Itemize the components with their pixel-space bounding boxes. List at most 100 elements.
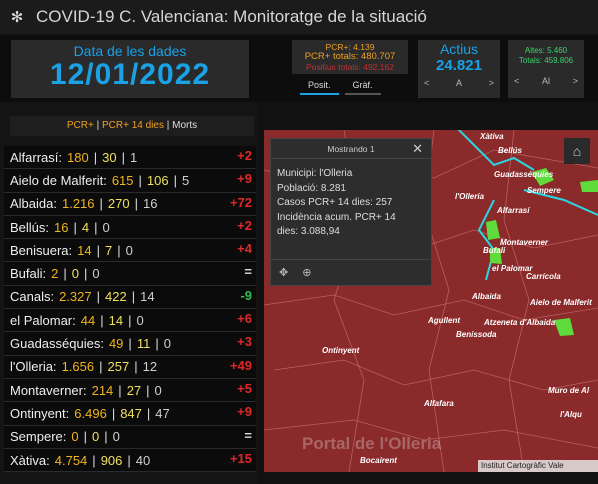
title-bar: ✻ COVID-19 C. Valenciana: Monitoratge de… bbox=[0, 0, 598, 34]
list-item[interactable]: Bufali: 2 | 0 | 0 = bbox=[4, 262, 256, 286]
popup-body: Municipi: l'Olleria Població: 8.281 Caso… bbox=[271, 159, 431, 240]
pcr-value: 2.327 bbox=[59, 289, 92, 305]
separator: | bbox=[134, 196, 139, 212]
map-place-label: Sempere bbox=[527, 186, 561, 195]
separator: | bbox=[99, 359, 103, 375]
popup-header: Mostrando 1 ✕ bbox=[271, 139, 431, 159]
zoom-to-icon[interactable]: ⊕ bbox=[302, 266, 311, 279]
pcr-total: PCR+ totals: 480.707 bbox=[304, 51, 396, 62]
separator: | bbox=[93, 149, 98, 165]
date-value: 12/01/2022 bbox=[49, 58, 211, 91]
separator: | bbox=[100, 312, 104, 328]
tab-graf[interactable]: Gràf. bbox=[344, 77, 381, 95]
municipality-name: Sempere: bbox=[10, 429, 67, 445]
separator: | bbox=[96, 242, 101, 258]
map-place-label: Aielo de Malferit bbox=[530, 298, 592, 307]
actius-nav-label: A bbox=[455, 78, 462, 88]
municipality-name: Guadasséquies: bbox=[10, 336, 104, 352]
separator: | bbox=[94, 219, 98, 235]
morts-value: 1 bbox=[129, 149, 138, 165]
map-place-label: l'Alqu bbox=[560, 410, 582, 419]
prev-arrow-icon[interactable]: < bbox=[514, 76, 519, 86]
map-place-label: Bufali bbox=[483, 246, 506, 255]
map-place-label: Atzeneta d'Albaida bbox=[484, 318, 556, 327]
pcr14-value: 11 bbox=[136, 336, 151, 352]
municipality-name: Bufali: bbox=[10, 266, 47, 282]
list-item[interactable]: Benisuera: 14 | 7 | 0 +4 bbox=[4, 239, 256, 263]
change-badge: +72 bbox=[229, 194, 252, 210]
list-item[interactable]: Xàtiva: 4.754 | 906 | 40 +15 bbox=[4, 448, 256, 473]
change-badge: = bbox=[244, 427, 252, 443]
morts-value: 0 bbox=[163, 336, 171, 352]
list-item[interactable]: Ontinyent: 6.496 | 847 | 47 +9 bbox=[4, 402, 256, 426]
pcr14-value: 270 bbox=[107, 196, 130, 212]
list-item[interactable]: Albaida: 1.216 | 270 | 16 +72 bbox=[4, 192, 256, 216]
municipality-name: Ontinyent: bbox=[10, 405, 70, 421]
next-arrow-icon[interactable]: > bbox=[489, 78, 494, 88]
list-item[interactable]: Bellús: 16 | 4 | 0 +2 bbox=[4, 215, 256, 240]
map-place-label: Alfafara bbox=[424, 399, 454, 408]
pcr14-value: 257 bbox=[107, 359, 130, 375]
morts-value: 47 bbox=[155, 405, 170, 421]
virus-icon: ✻ bbox=[10, 9, 24, 26]
pcr-value: 615 bbox=[111, 172, 134, 188]
separator: | bbox=[131, 289, 136, 305]
pcr14-value: 847 bbox=[120, 405, 142, 421]
header-pcr: PCR+ bbox=[66, 120, 94, 131]
separator: | bbox=[146, 405, 151, 421]
separator: | bbox=[73, 219, 77, 235]
pcr14-value: 0 bbox=[71, 266, 79, 282]
list-item[interactable]: l'Olleria: 1.656 | 257 | 12 +49 bbox=[4, 355, 256, 379]
morts-value: 0 bbox=[112, 429, 120, 445]
map-place-label: Albaida bbox=[472, 292, 501, 301]
close-icon[interactable]: ✕ bbox=[412, 139, 423, 159]
popup-casos: Casos PCR+ 14 dies: 257 bbox=[277, 197, 393, 208]
municipality-name: Alfarrasí: bbox=[10, 149, 63, 165]
morts-value: 12 bbox=[142, 359, 158, 375]
header-morts: Morts bbox=[172, 120, 198, 131]
pcr-value: 14 bbox=[77, 242, 92, 258]
popup-title: Mostrando 1 bbox=[327, 144, 375, 154]
pcr-value: 16 bbox=[54, 219, 69, 235]
list-item[interactable]: Sempere: 0 | 0 | 0 = bbox=[4, 425, 256, 449]
next-arrow-icon[interactable]: > bbox=[573, 76, 578, 86]
list-item[interactable]: Guadasséquies: 49 | 11 | 0 +3 bbox=[4, 332, 256, 356]
morts-value: 0 bbox=[125, 242, 133, 258]
separator: | bbox=[117, 242, 121, 258]
pcr-value: 0 bbox=[71, 429, 79, 445]
list-item[interactable]: Canals: 2.327 | 422 | 14 -9 bbox=[4, 285, 256, 310]
pcr-value: 49 bbox=[108, 336, 124, 352]
map-attribution: Institut Cartogràfic Vale bbox=[478, 460, 598, 472]
prev-arrow-icon[interactable]: < bbox=[424, 78, 429, 88]
list-item[interactable]: el Palomar: 44 | 14 | 0 +6 bbox=[4, 309, 256, 333]
altes-nav: < Al > bbox=[508, 66, 584, 86]
separator: | bbox=[63, 266, 67, 282]
altes-panel: Altes: 5.460 Totals: 459.806 < Al > bbox=[508, 40, 584, 98]
municipality-name: Aielo de Malferit: bbox=[10, 172, 107, 188]
list-item[interactable]: Alfarrasí: 180 | 30 | 1 +2 bbox=[4, 146, 256, 170]
positius-total: Positius totals: 492.162 bbox=[306, 62, 394, 72]
list-item[interactable]: Montaverner: 214 | 27 | 0 +5 bbox=[4, 378, 256, 403]
home-icon[interactable]: ⌂ bbox=[564, 138, 590, 164]
map-place-label: Benissoda bbox=[456, 330, 497, 339]
tab-posit[interactable]: Posit. bbox=[300, 77, 339, 95]
map-place-label: Montaverner bbox=[500, 238, 549, 247]
municipality-name: el Palomar: bbox=[10, 312, 76, 328]
altes-summary: Altes: 5.460 Totals: 459.806 bbox=[508, 40, 584, 66]
change-badge: +6 bbox=[237, 311, 252, 327]
change-badge: +4 bbox=[237, 241, 252, 257]
popup-incidencia-label: Incidència acum. PCR+ 14 bbox=[277, 211, 396, 223]
separator: | bbox=[128, 336, 132, 352]
map-place-label: Agullent bbox=[428, 316, 460, 325]
popup-actions: ✥ ⊕ bbox=[271, 259, 431, 285]
pcr-value: 1.216 bbox=[61, 196, 95, 212]
pcr14-value: 106 bbox=[146, 172, 169, 188]
list-item[interactable]: Aielo de Malferit: 615 | 106 | 5 +9 bbox=[4, 169, 256, 193]
map-place-label: Guadasséquies bbox=[494, 170, 554, 179]
pcr-value: 6.496 bbox=[74, 405, 107, 421]
change-badge: +15 bbox=[229, 450, 252, 466]
move-icon[interactable]: ✥ bbox=[279, 266, 288, 279]
morts-value: 0 bbox=[136, 312, 144, 328]
pcr-tabs: Posit. Gràf. bbox=[300, 77, 387, 95]
separator: | bbox=[99, 196, 103, 212]
